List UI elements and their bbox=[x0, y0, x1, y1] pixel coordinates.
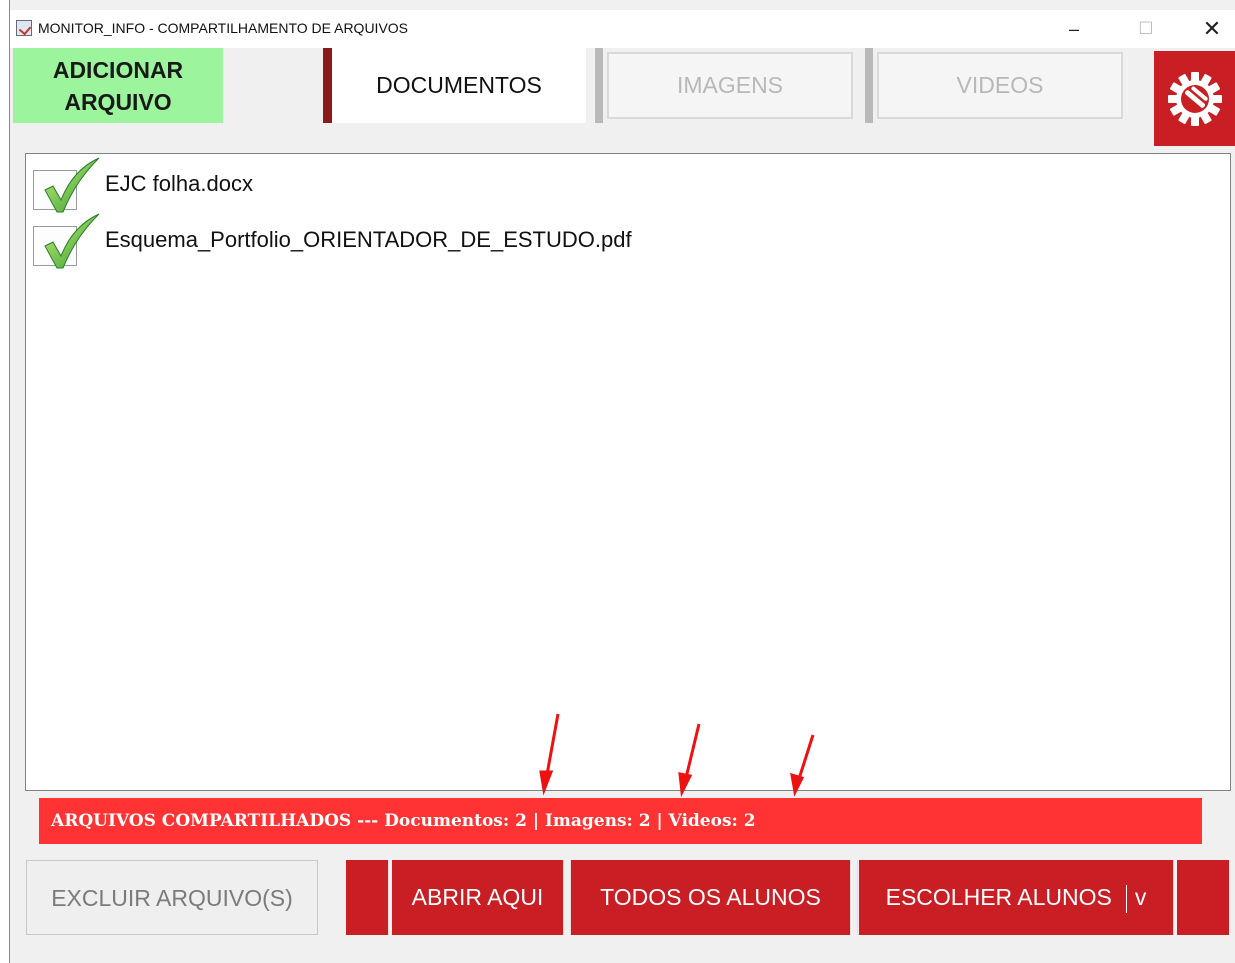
chevron-down-icon[interactable]: v bbox=[1135, 884, 1147, 910]
choose-students-button[interactable]: ESCOLHER ALUNOS v bbox=[859, 860, 1173, 935]
tab-videos-label: VIDEOS bbox=[956, 72, 1044, 98]
checkmark-icon bbox=[44, 213, 100, 269]
add-file-button[interactable]: ADICIONAR ARQUIVO bbox=[13, 48, 223, 123]
toolbar: ADICIONAR ARQUIVO DOCUMENTOS IMAGENS VID… bbox=[10, 48, 1235, 148]
file-list[interactable]: EJC folha.docx Esquema_Portfolio_ORIENTA… bbox=[25, 153, 1231, 791]
delete-files-button[interactable]: EXCLUIR ARQUIVO(S) bbox=[26, 860, 318, 935]
red-button-edge bbox=[1177, 860, 1229, 935]
maximize-button[interactable]: ☐ bbox=[1128, 16, 1164, 42]
tab-imagens-label: IMAGENS bbox=[676, 72, 784, 98]
tab-documentos[interactable]: DOCUMENTOS bbox=[323, 48, 586, 123]
list-item[interactable]: EJC folha.docx bbox=[33, 157, 253, 213]
window-title: MONITOR_INFO - COMPARTILHAMENTO DE ARQUI… bbox=[38, 20, 409, 36]
settings-button[interactable] bbox=[1154, 51, 1235, 146]
tab-documentos-label: DOCUMENTOS bbox=[376, 72, 542, 98]
list-item[interactable]: Esquema_Portfolio_ORIENTADOR_DE_ESTUDO.p… bbox=[33, 213, 632, 269]
file-name: EJC folha.docx bbox=[105, 171, 253, 196]
file-name: Esquema_Portfolio_ORIENTADOR_DE_ESTUDO.p… bbox=[105, 227, 632, 252]
all-students-button[interactable]: TODOS OS ALUNOS bbox=[571, 860, 850, 935]
red-button-edge bbox=[346, 860, 390, 935]
checkmark-icon bbox=[44, 157, 100, 213]
add-file-label-line1: ADICIONAR bbox=[52, 56, 184, 83]
status-bar: ARQUIVOS COMPARTILHADOS --- Documentos: … bbox=[39, 798, 1202, 844]
tab-imagens[interactable]: IMAGENS bbox=[595, 48, 857, 123]
app-window: MONITOR_INFO - COMPARTILHAMENTO DE ARQUI… bbox=[9, 0, 1235, 963]
minimize-button[interactable]: – bbox=[1056, 16, 1092, 42]
choose-students-label: ESCOLHER ALUNOS bbox=[885, 884, 1112, 910]
java-app-icon bbox=[16, 20, 32, 36]
title-bar: MONITOR_INFO - COMPARTILHAMENTO DE ARQUI… bbox=[10, 10, 1235, 48]
close-button[interactable]: ✕ bbox=[1194, 16, 1230, 42]
add-file-label-line2: ARQUIVO bbox=[64, 88, 172, 115]
open-here-button[interactable]: ABRIR AQUI bbox=[392, 860, 563, 935]
gear-wrench-icon bbox=[1168, 71, 1222, 126]
tab-videos[interactable]: VIDEOS bbox=[865, 48, 1127, 123]
